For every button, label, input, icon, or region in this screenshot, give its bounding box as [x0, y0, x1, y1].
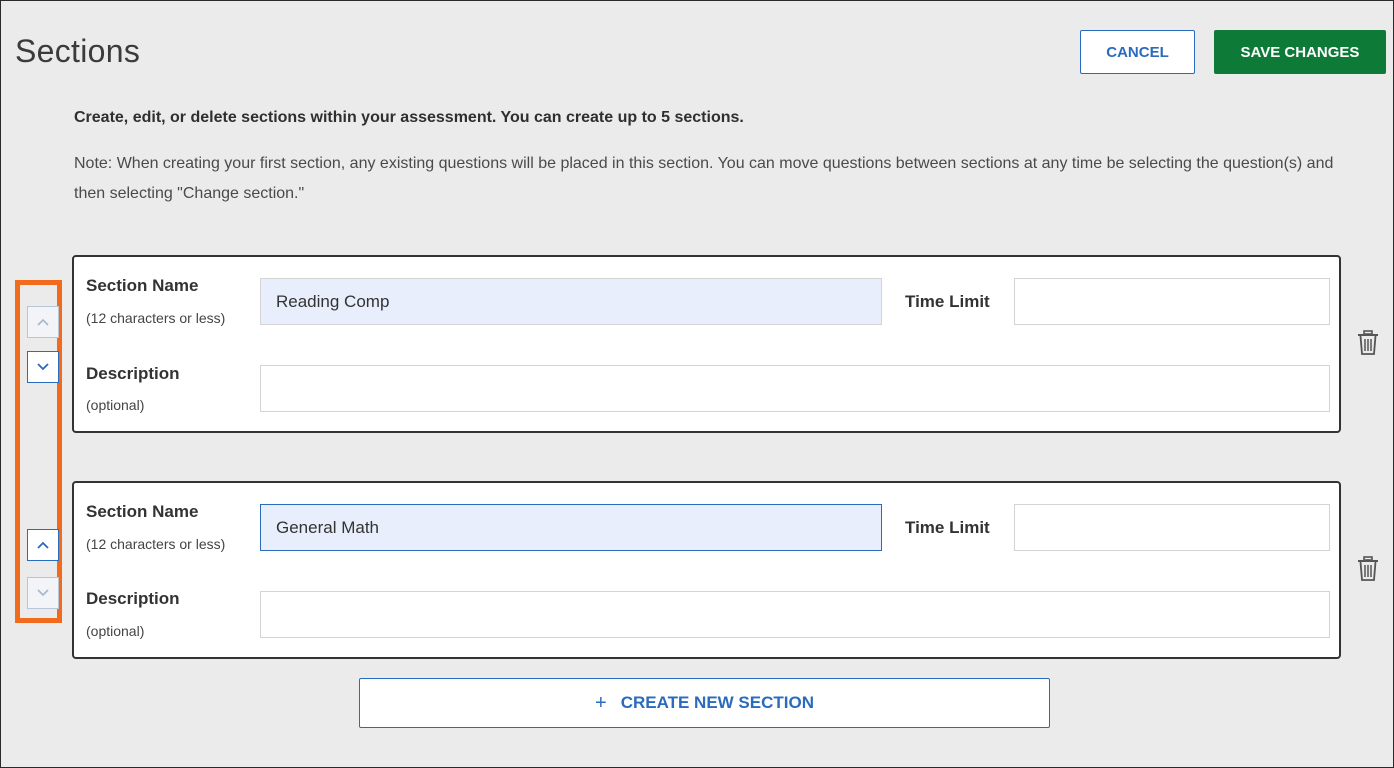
description-input[interactable] — [260, 365, 1330, 412]
section-1-move-down-button[interactable] — [27, 351, 59, 383]
chevron-down-icon — [37, 363, 49, 371]
time-limit-input[interactable] — [1014, 504, 1330, 551]
section-name-label: Section Name — [86, 502, 199, 521]
section-card-1: Section Name (12 characters or less) Rea… — [72, 255, 1341, 433]
create-new-section-label: CREATE NEW SECTION — [620, 693, 814, 712]
time-limit-label: Time Limit — [905, 292, 990, 311]
time-limit-label: Time Limit — [905, 518, 990, 537]
time-limit-input[interactable] — [1014, 278, 1330, 325]
chevron-up-icon — [37, 541, 49, 549]
intro-text: Create, edit, or delete sections within … — [74, 109, 744, 126]
trash-icon[interactable] — [1357, 330, 1379, 356]
section-card-2: Section Name (12 characters or less) Gen… — [72, 481, 1341, 659]
section-name-hint: (12 characters or less) — [86, 310, 226, 326]
note-text: Note: When creating your first section, … — [74, 155, 1334, 202]
save-changes-button[interactable]: SAVE CHANGES — [1214, 30, 1386, 74]
chevron-up-icon — [37, 318, 49, 326]
chevron-down-icon — [37, 589, 49, 597]
section-name-label: Section Name — [86, 276, 199, 295]
section-name-input[interactable]: Reading Comp — [260, 278, 882, 325]
create-new-section-button[interactable]: + CREATE NEW SECTION — [359, 678, 1050, 728]
section-2-move-down-button[interactable] — [27, 577, 59, 609]
section-1-move-up-button[interactable] — [27, 306, 59, 338]
description-hint: (optional) — [86, 397, 145, 413]
section-name-input[interactable]: General Math — [260, 504, 882, 551]
page-title: Sections — [15, 33, 141, 69]
description-hint: (optional) — [86, 623, 145, 639]
cancel-button[interactable]: CANCEL — [1080, 30, 1195, 74]
description-label: Description — [86, 589, 180, 608]
section-name-hint: (12 characters or less) — [86, 536, 226, 552]
description-label: Description — [86, 364, 180, 383]
sections-editor: Sections CANCEL SAVE CHANGES Create, edi… — [0, 0, 1394, 768]
section-2-move-up-button[interactable] — [27, 529, 59, 561]
trash-icon[interactable] — [1357, 556, 1379, 582]
description-input[interactable] — [260, 591, 1330, 638]
plus-icon: + — [595, 691, 607, 714]
